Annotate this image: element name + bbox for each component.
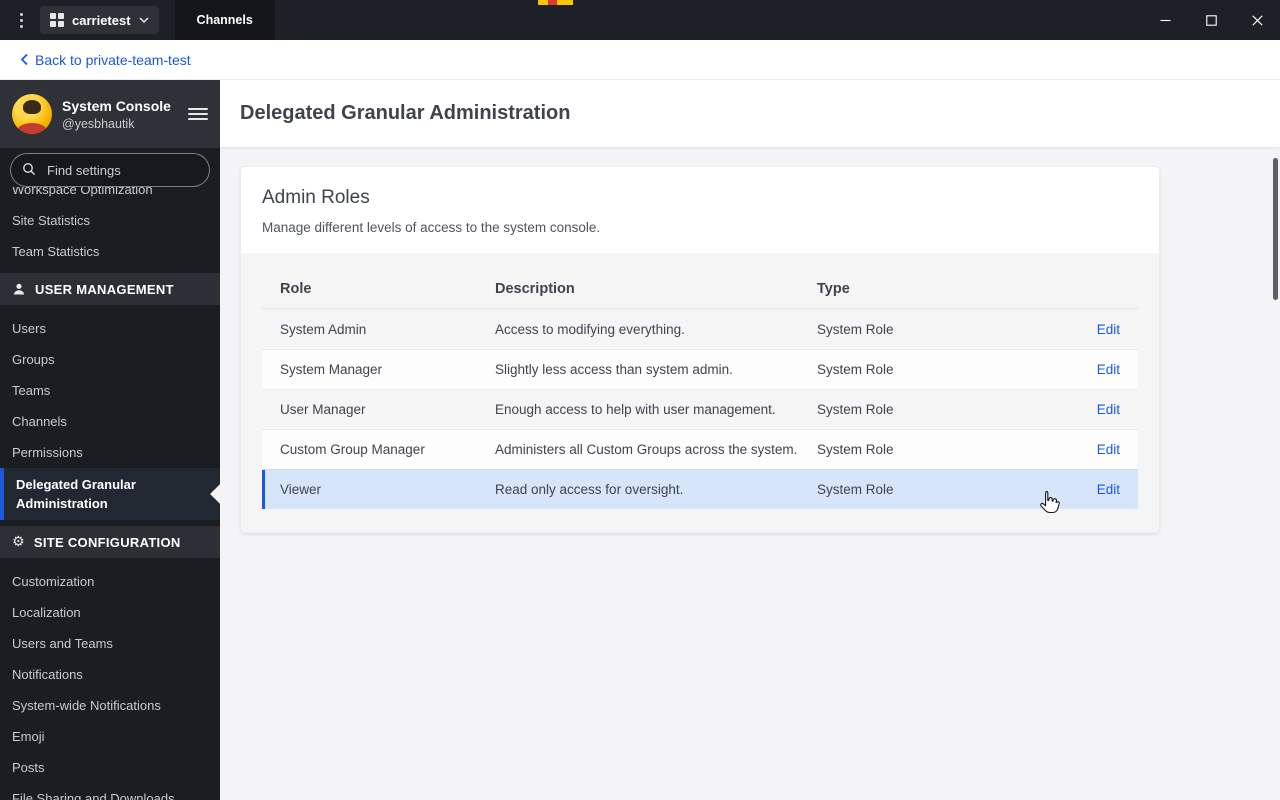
sidebar-search [0, 148, 220, 187]
titlebar-accent-decoration [538, 0, 573, 5]
sidebar-item-emoji[interactable]: Emoji [0, 721, 220, 752]
edit-link[interactable]: Edit [1068, 322, 1120, 337]
description-cell: Enough access to help with user manageme… [495, 402, 776, 417]
content-area: Admin Roles Manage different levels of a… [220, 148, 1280, 800]
avatar [12, 94, 52, 134]
chevron-down-icon [139, 17, 149, 23]
app-body: System Console @yesbhautik Workspace Opt… [0, 80, 1280, 800]
team-name-label: carrietest [72, 12, 131, 28]
card-header: Admin Roles Manage different levels of a… [241, 167, 1159, 253]
sidebar-item-customization[interactable]: Customization [0, 566, 220, 597]
sidebar-item-users-and-teams[interactable]: Users and Teams [0, 628, 220, 659]
column-header-role: Role [280, 280, 312, 297]
edit-link[interactable]: Edit [1068, 402, 1120, 417]
column-header-type: Type [817, 280, 850, 297]
role-cell: Custom Group Manager [280, 442, 425, 457]
type-cell: System Role [817, 321, 894, 337]
type-cell: System Role [817, 442, 894, 457]
page-header: Delegated Granular Administration [220, 80, 1280, 148]
edit-link[interactable]: Edit [1068, 442, 1120, 457]
sidebar-section-label: USER MANAGEMENT [35, 281, 174, 297]
sidebar-item-site-statistics[interactable]: Site Statistics [0, 205, 220, 236]
sidebar-title: System Console [62, 97, 171, 114]
gear-icon: ⚙ [12, 534, 25, 550]
description-cell: Slightly less access than system admin. [495, 362, 733, 377]
sidebar-item-posts[interactable]: Posts [0, 752, 220, 783]
role-cell: System Manager [280, 362, 383, 377]
table-row-system-admin: System Admin Access to modifying everyth… [262, 309, 1138, 349]
sidebar-item-permissions[interactable]: Permissions [0, 437, 220, 468]
description-cell: Access to modifying everything. [495, 321, 685, 337]
table-row-viewer: Viewer Read only access for oversight. S… [262, 469, 1138, 509]
sidebar-identity: System Console @yesbhautik [62, 98, 178, 131]
sidebar-username: @yesbhautik [62, 116, 135, 131]
card-subtitle: Manage different levels of access to the… [262, 220, 601, 235]
page-title: Delegated Granular Administration [240, 102, 571, 124]
tab-channels[interactable]: Channels [174, 0, 275, 40]
maximize-button[interactable] [1188, 0, 1234, 40]
back-link-label: Back to private-team-test [35, 51, 191, 68]
sidebar-item-users[interactable]: Users [0, 313, 220, 344]
sidebar-section-user-management: USER MANAGEMENT [0, 273, 220, 305]
back-link[interactable]: Back to private-team-test [20, 52, 191, 68]
sidebar-item-file-sharing-and-downloads[interactable]: File Sharing and Downloads [0, 783, 220, 800]
maximize-icon [1205, 14, 1217, 26]
system-console-sidebar: System Console @yesbhautik Workspace Opt… [0, 80, 220, 800]
minimize-button[interactable] [1142, 0, 1188, 40]
type-cell: System Role [817, 402, 894, 417]
sidebar-menu: Workspace Optimization Site Statistics T… [0, 187, 220, 800]
edit-link[interactable]: Edit [1068, 482, 1120, 497]
sidebar-item-notifications[interactable]: Notifications [0, 659, 220, 690]
type-cell: System Role [817, 362, 894, 377]
sidebar-section-site-configuration: ⚙ SITE CONFIGURATION [0, 526, 220, 558]
table-row-system-manager: System Manager Slightly less access than… [262, 349, 1138, 389]
sidebar-item-workspace-optimization[interactable]: Workspace Optimization [0, 187, 220, 205]
titlebar: carrietest Channels [0, 0, 1280, 40]
app-menu-icon[interactable] [8, 0, 34, 40]
sidebar-section-label: SITE CONFIGURATION [33, 534, 181, 550]
sidebar-item-teams[interactable]: Teams [0, 375, 220, 406]
description-cell: Administers all Custom Groups across the… [495, 442, 798, 457]
server-grid-icon [50, 13, 64, 27]
sidebar-item-delegated-granular-administration[interactable]: Delegated Granular Administration [0, 468, 220, 520]
search-icon [23, 163, 36, 176]
table-header-row: Role Description Type [262, 269, 1138, 309]
role-cell: Viewer [280, 482, 322, 497]
team-selector-button[interactable]: carrietest [40, 6, 159, 34]
table-row-custom-group-manager: Custom Group Manager Administers all Cus… [262, 429, 1138, 469]
column-header-description: Description [495, 280, 575, 297]
type-cell: System Role [817, 482, 894, 497]
back-bar: Back to private-team-test [0, 40, 1280, 80]
chevron-left-icon [20, 53, 28, 66]
sidebar-item-groups[interactable]: Groups [0, 344, 220, 375]
description-cell: Read only access for oversight. [495, 482, 684, 497]
card-title: Admin Roles [262, 187, 370, 208]
close-button[interactable] [1234, 0, 1280, 40]
role-cell: User Manager [280, 402, 366, 417]
tab-channels-label: Channels [196, 13, 253, 27]
sidebar-item-localization[interactable]: Localization [0, 597, 220, 628]
close-icon [1251, 14, 1263, 26]
search-input[interactable] [10, 153, 210, 187]
main-content: Delegated Granular Administration Admin … [220, 80, 1280, 800]
vertical-scrollbar[interactable] [1273, 158, 1278, 300]
window-controls [1142, 0, 1280, 40]
sidebar-item-channels[interactable]: Channels [0, 406, 220, 437]
role-cell: System Admin [280, 321, 367, 337]
user-management-icon [13, 283, 25, 295]
sidebar-item-team-statistics[interactable]: Team Statistics [0, 236, 220, 267]
sidebar-header: System Console @yesbhautik [0, 80, 220, 148]
admin-roles-table: Role Description Type System Admin Acces… [241, 253, 1159, 532]
hamburger-menu-icon[interactable] [188, 108, 208, 120]
edit-link[interactable]: Edit [1068, 362, 1120, 377]
admin-roles-card: Admin Roles Manage different levels of a… [240, 166, 1160, 533]
sidebar-item-system-wide-notifications[interactable]: System-wide Notifications [0, 690, 220, 721]
minimize-icon [1160, 19, 1170, 21]
table-row-user-manager: User Manager Enough access to help with … [262, 389, 1138, 429]
